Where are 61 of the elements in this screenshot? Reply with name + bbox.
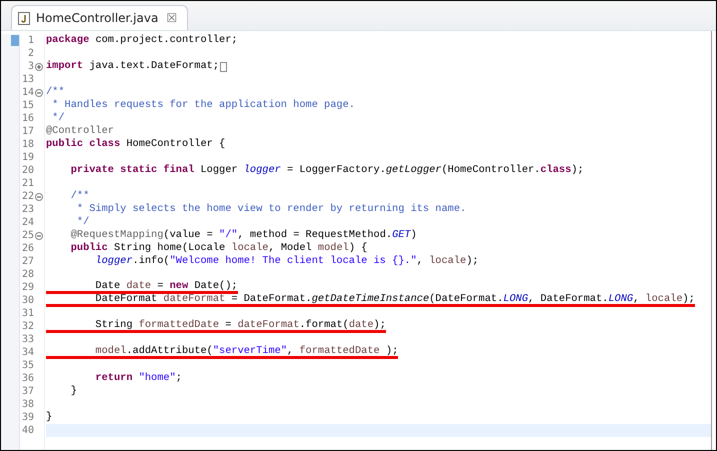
code-line: } [70, 385, 77, 398]
line-number: 13 [20, 73, 34, 86]
tab-title: HomeController.java [36, 10, 158, 27]
underlined-code-line: String formattedDate = dateFormat.format(date); [46, 320, 386, 333]
code-line: private static final Logger logger = LoggerFactory.getLogger(HomeController.class); [70, 164, 584, 177]
collapse-icon[interactable] [35, 89, 43, 97]
line-number: 16 [20, 112, 34, 125]
line-number: 33 [20, 333, 34, 346]
line-number: 17 [20, 125, 34, 138]
code-line: logger.info("Welcome home! The client locale is {}.", locale); [94, 255, 479, 268]
line-number: 26 [20, 242, 34, 255]
folded-code-icon[interactable] [220, 62, 228, 72]
line-number: 37 [20, 385, 34, 398]
code-line: * Handles requests for the application home page. [51, 99, 355, 112]
underlined-code-line: DateFormat dateFormat = DateFormat.getDateTimeInstance(DateFormat.LONG, DateFormat.LONG, locale); [46, 294, 695, 307]
line-number: 28 [20, 268, 34, 281]
editor-tab[interactable]: HomeController.java ☒ [11, 5, 188, 30]
line-number: 38 [20, 398, 34, 411]
close-button[interactable]: ☒ [164, 12, 180, 24]
code-line: * Simply selects the home view to render by returning its name. [76, 203, 466, 216]
line-number: 19 [20, 151, 34, 164]
line-number: 24 [20, 216, 34, 229]
line-number: 36 [20, 372, 34, 385]
collapse-icon[interactable] [35, 232, 43, 240]
line-number: 1 [26, 34, 34, 47]
underlined-code-line: model.addAttribute("serverTime", formattedDate ); [46, 346, 398, 359]
line-number: 25 [20, 229, 34, 242]
code-line: import java.text.DateFormat; [46, 60, 220, 73]
line-number: 14 [20, 86, 34, 99]
code-line: } [46, 411, 52, 424]
code-line: public String home(Locale locale, Model model) { [70, 242, 368, 255]
code-line: /** [46, 86, 65, 99]
underlined-code-line: Date date = new Date(); [46, 281, 238, 294]
code-line: */ [76, 216, 90, 229]
line-number: 2 [26, 47, 34, 60]
java-file-icon [18, 12, 30, 24]
line-number: 20 [20, 164, 34, 177]
line-number: 31 [20, 307, 34, 320]
code-line: public class HomeController { [46, 138, 226, 151]
line-number: 22 [20, 190, 34, 203]
line-number: 39 [20, 411, 34, 424]
collapse-icon[interactable] [35, 193, 43, 201]
line-number: 32 [20, 320, 34, 333]
line-number: 27 [20, 255, 34, 268]
line-number: 30 [20, 294, 34, 307]
code-line: /** [70, 190, 90, 203]
code-line: @Controller [46, 125, 114, 138]
line-number: 34 [20, 346, 34, 359]
code-line: return "home"; [94, 372, 182, 385]
line-number: 21 [20, 177, 34, 190]
line-number: 15 [20, 99, 34, 112]
line-number: 29 [20, 281, 34, 294]
line-number: 3 [26, 60, 34, 73]
code-line: @RequestMapping(value = "/", method = RequestMethod.GET) [70, 229, 417, 242]
code-line: package com.project.controller; [46, 34, 238, 47]
line-number: 35 [20, 359, 34, 372]
code-line: */ [51, 112, 65, 125]
expand-icon[interactable] [35, 63, 43, 71]
line-number: 23 [20, 203, 34, 216]
line-number: 18 [20, 138, 34, 151]
line-number: 40 [20, 424, 34, 437]
